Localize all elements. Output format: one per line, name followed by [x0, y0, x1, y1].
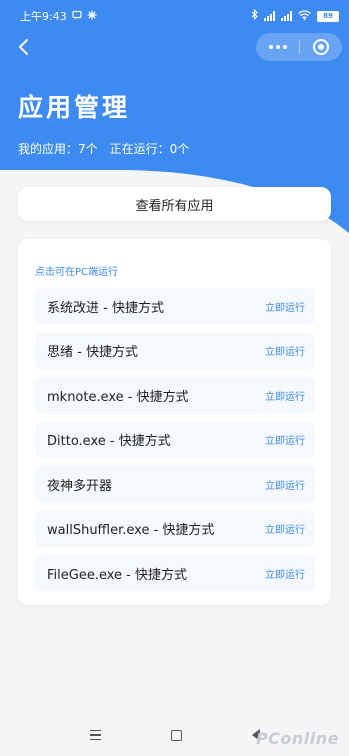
signal-strength-icon — [281, 11, 292, 21]
menu-icon[interactable] — [89, 729, 101, 741]
app-name: FileGee.exe - 快捷方式 — [47, 567, 187, 583]
page-title: 应用管理 — [18, 93, 131, 122]
battery-icon: 89 — [317, 10, 339, 22]
signal-strength-icon — [264, 11, 275, 21]
view-all-apps-button[interactable]: 查看所有应用 — [18, 187, 331, 221]
home-icon[interactable] — [170, 729, 182, 741]
status-time: 上午9:43 — [20, 10, 67, 23]
app-name: 系统改进 - 快捷方式 — [47, 300, 164, 316]
app-row[interactable]: mknote.exe - 快捷方式 立即运行 — [35, 377, 315, 413]
app-name: Ditto.exe - 快捷方式 — [47, 434, 171, 449]
running-apps-count: 正在运行：0个 — [109, 142, 190, 156]
app-row[interactable]: 夜神多开器 立即运行 — [35, 466, 315, 502]
app-row[interactable]: Ditto.exe - 快捷方式 立即运行 — [35, 421, 315, 458]
app-name: 夜神多开器 — [47, 478, 113, 494]
status-bar: 上午9:43 89 — [0, 0, 349, 32]
run-now-button[interactable]: 立即运行 — [265, 388, 305, 403]
back-icon[interactable] — [12, 36, 34, 58]
navigation-bar — [0, 32, 349, 62]
run-now-button[interactable]: 立即运行 — [265, 299, 305, 314]
message-icon — [72, 10, 82, 23]
app-row[interactable]: FileGee.exe - 快捷方式 立即运行 — [35, 555, 315, 591]
run-now-button[interactable]: 立即运行 — [265, 343, 305, 358]
bluetooth-icon — [251, 8, 258, 23]
app-name: mknote.exe - 快捷方式 — [47, 389, 189, 405]
section-hint: 点击可在PC端运行 — [35, 267, 119, 278]
more-icon[interactable] — [256, 45, 299, 49]
sync-icon — [87, 10, 97, 23]
close-mini-program-icon[interactable] — [300, 39, 342, 55]
app-row[interactable]: 系统改进 - 快捷方式 立即运行 — [35, 288, 315, 324]
run-now-button[interactable]: 立即运行 — [265, 477, 305, 492]
apps-card: 点击可在PC端运行 系统改进 - 快捷方式 立即运行 思绪 - 快捷方式 立即运… — [18, 239, 331, 605]
app-name: wallShuffler.exe - 快捷方式 — [47, 523, 215, 538]
mini-program-capsule — [256, 33, 342, 61]
app-row[interactable]: 思绪 - 快捷方式 立即运行 — [35, 332, 315, 369]
watermark-logo: PConline — [255, 729, 339, 748]
app-list: 系统改进 - 快捷方式 立即运行 思绪 - 快捷方式 立即运行 mknote.e… — [35, 288, 315, 600]
installed-apps-count: 我的应用：7个 — [18, 142, 98, 156]
run-now-button[interactable]: 立即运行 — [265, 432, 305, 447]
run-now-button[interactable]: 立即运行 — [265, 566, 305, 581]
wifi-icon — [298, 9, 311, 23]
app-name: 思绪 - 快捷方式 — [47, 345, 138, 360]
run-now-button[interactable]: 立即运行 — [265, 521, 305, 536]
app-stats: 我的应用：7个 正在运行：0个 — [18, 140, 189, 157]
app-row[interactable]: wallShuffler.exe - 快捷方式 立即运行 — [35, 510, 315, 547]
